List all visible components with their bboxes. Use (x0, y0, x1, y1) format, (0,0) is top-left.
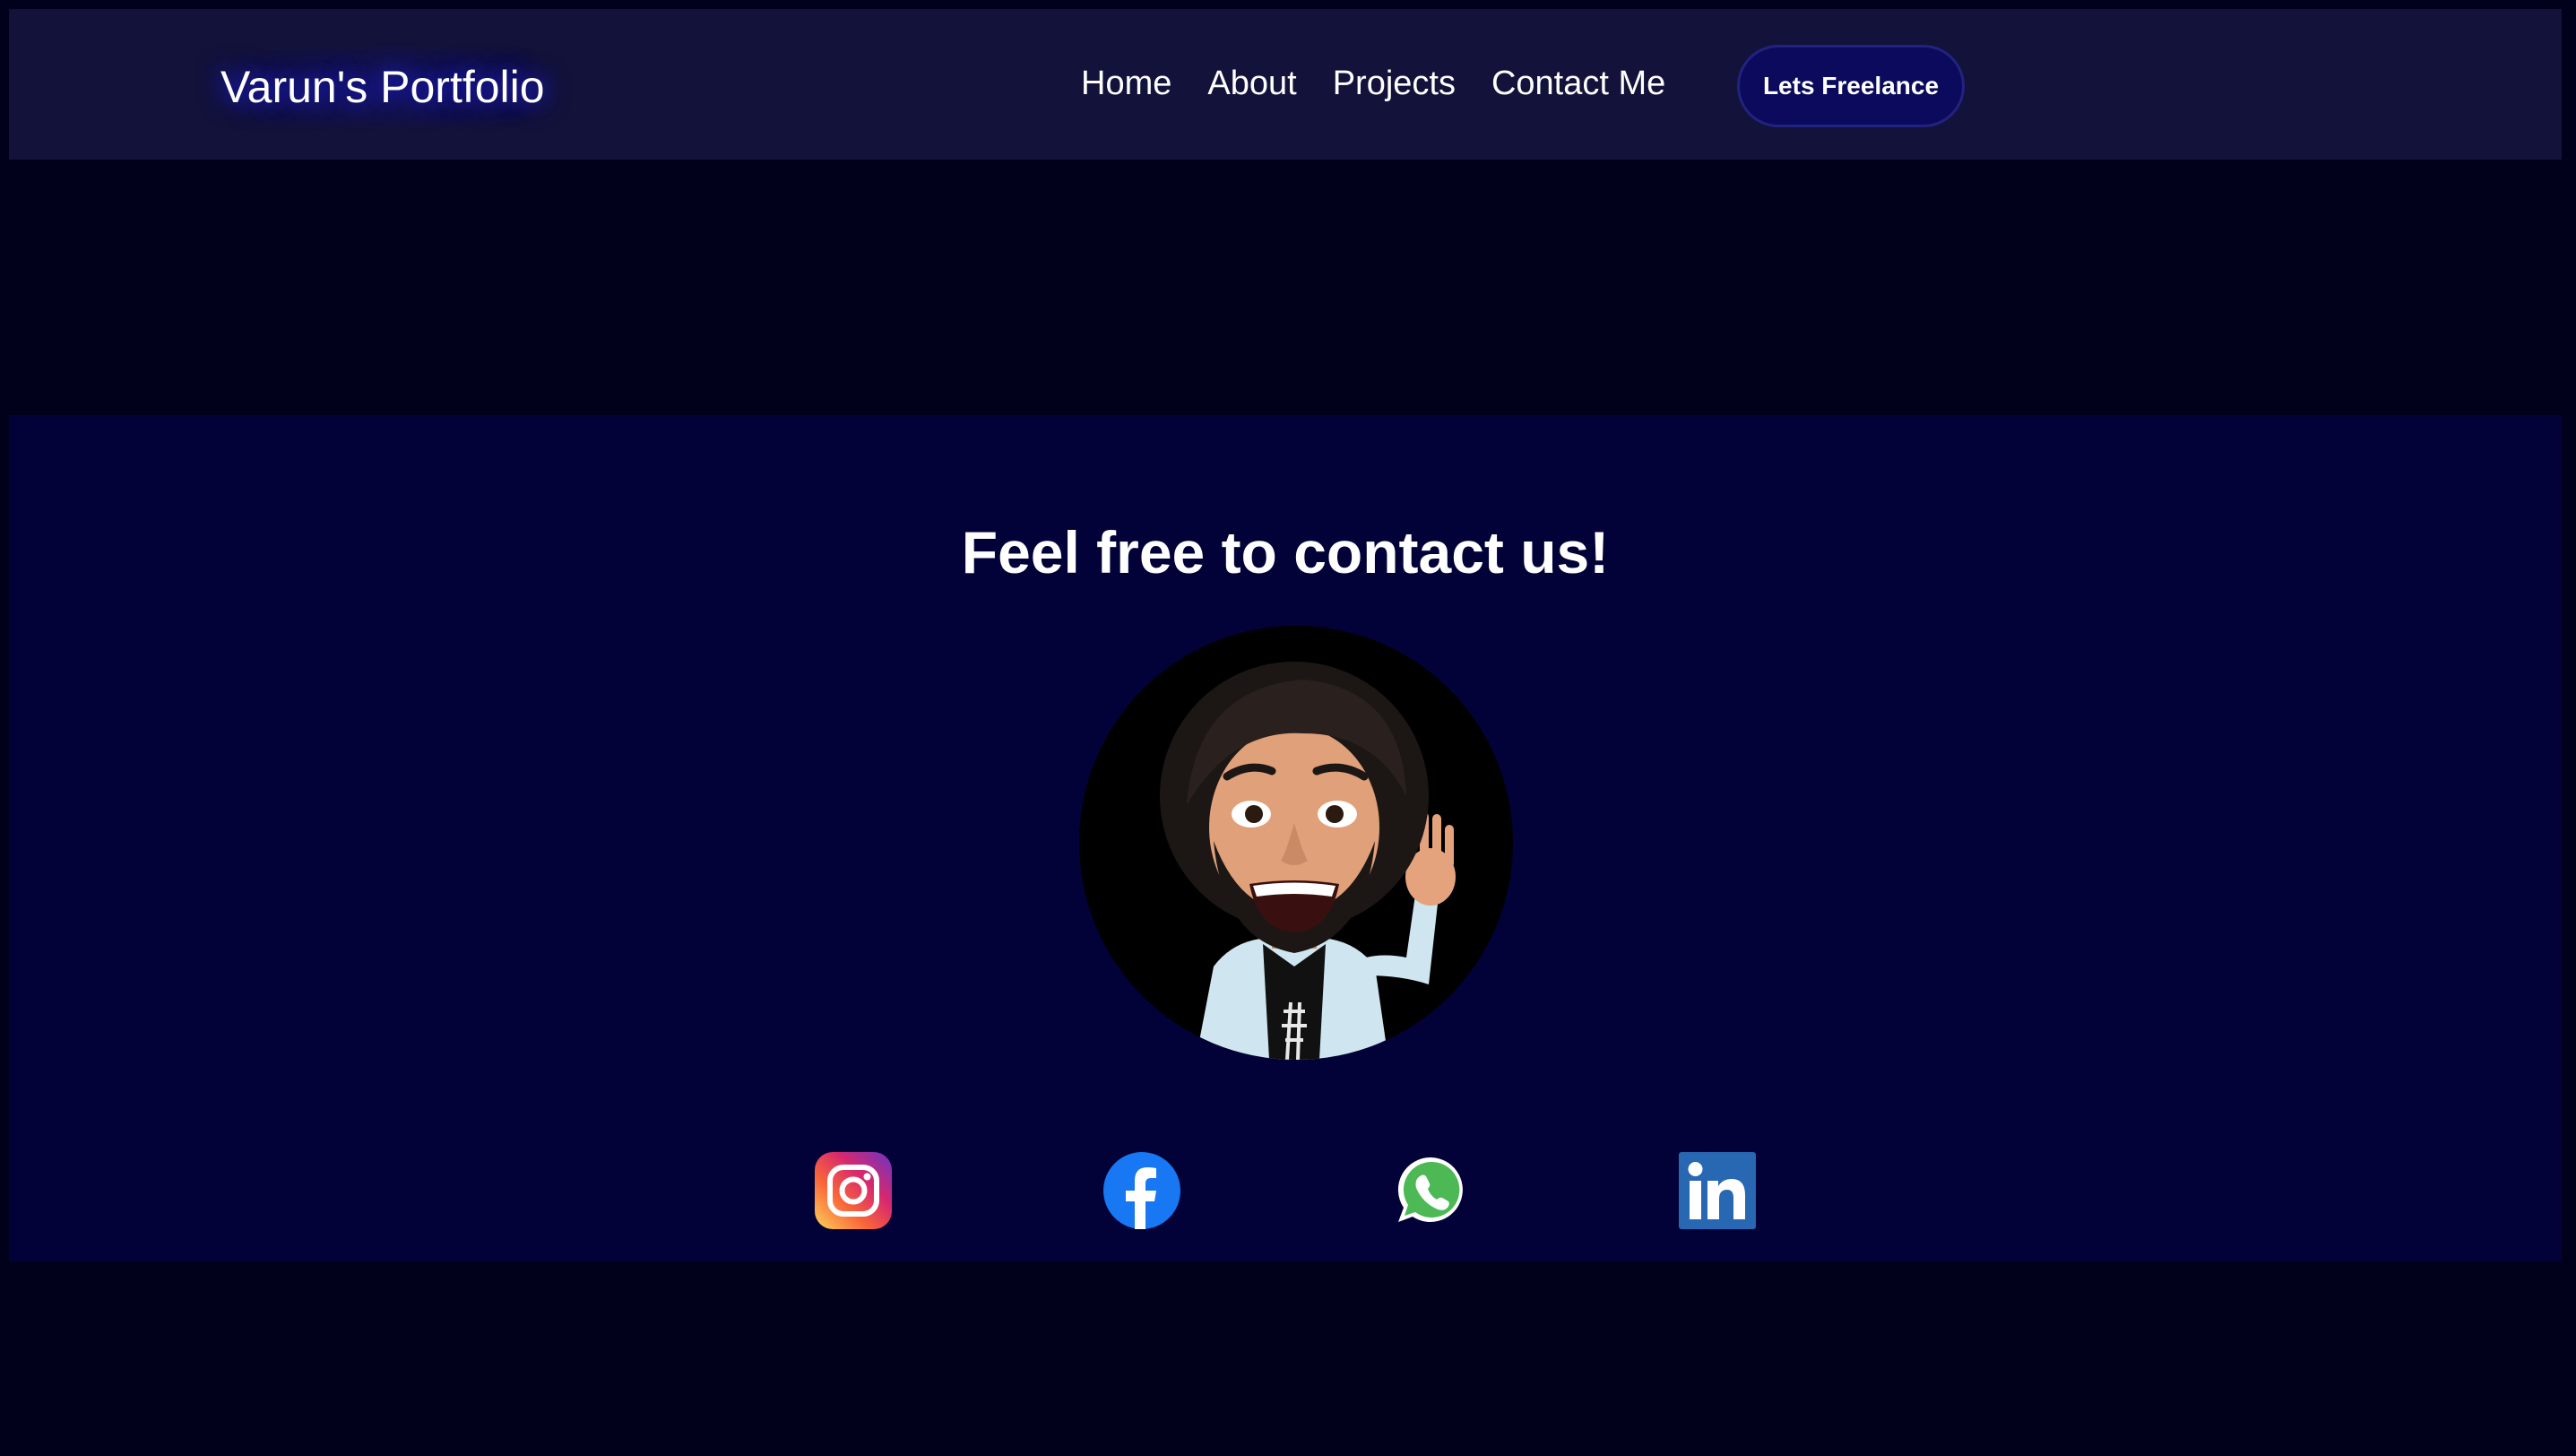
nav-link-projects[interactable]: Projects (1333, 63, 1456, 104)
social-links (9, 1152, 2562, 1229)
facebook-icon[interactable] (1103, 1152, 1180, 1229)
lets-freelance-button[interactable]: Lets Freelance (1737, 45, 1965, 127)
contact-section: Feel free to contact us! (9, 415, 2562, 1261)
contact-title: Feel free to contact us! (961, 519, 1610, 585)
nav-link-contact[interactable]: Contact Me (1491, 63, 1665, 104)
instagram-icon[interactable] (815, 1152, 892, 1229)
brand-logo-text[interactable]: Varun's Portfolio (208, 45, 558, 129)
whatsapp-icon[interactable] (1393, 1152, 1470, 1229)
nav-link-about[interactable]: About (1207, 63, 1296, 104)
nav-links: Home About Projects Contact Me (1081, 63, 1665, 104)
linkedin-icon[interactable] (1679, 1152, 1756, 1229)
nav-link-home[interactable]: Home (1081, 63, 1171, 104)
memoji-avatar-image (1160, 662, 1456, 1060)
avatar (1079, 626, 1513, 1060)
navbar: Varun's Portfolio Home About Projects Co… (9, 9, 2562, 160)
